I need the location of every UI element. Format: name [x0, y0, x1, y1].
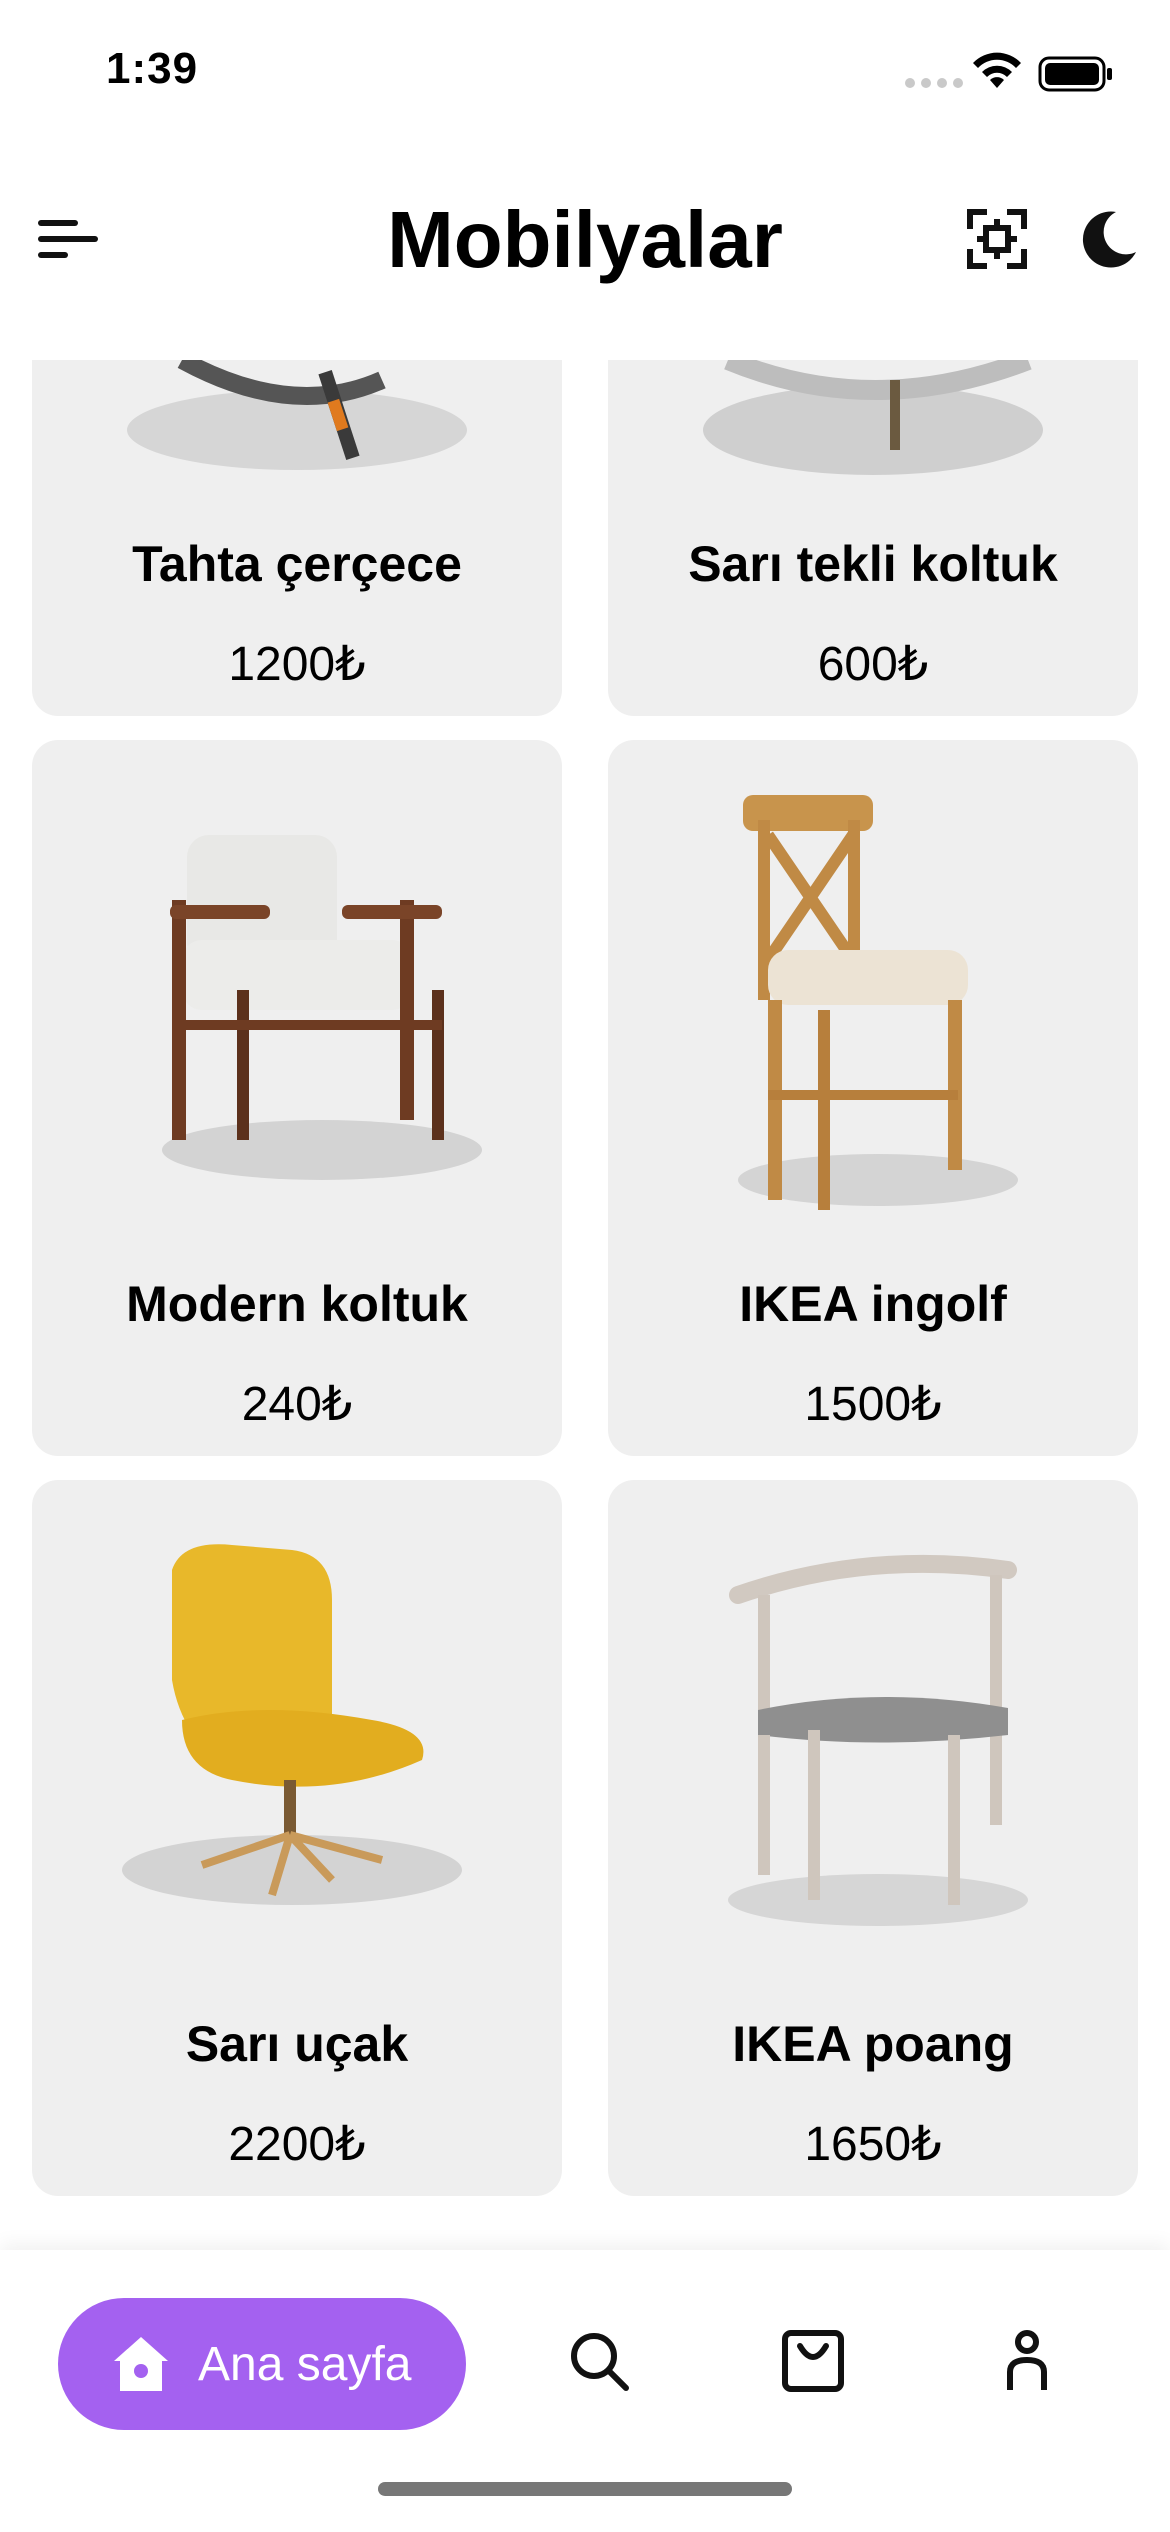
product-name: Modern koltuk	[126, 1276, 468, 1332]
wifi-icon	[973, 52, 1021, 88]
product-name: Sarı uçak	[185, 2016, 409, 2072]
shopping-bag-icon[interactable]	[780, 2328, 846, 2394]
product-name: Tahta çerçece	[132, 536, 462, 592]
battery-icon	[1038, 56, 1112, 92]
product-card[interactable]: Tahta çerçece 1200₺	[32, 360, 562, 716]
scan-icon[interactable]	[966, 208, 1028, 270]
search-icon[interactable]	[566, 2328, 632, 2394]
product-price: 600₺	[817, 638, 929, 691]
app-header: Mobilyalar	[0, 190, 1170, 290]
product-name: IKEA poang	[732, 2016, 1014, 2072]
product-price: 2200₺	[228, 2118, 366, 2171]
status-time: 1:39	[106, 44, 199, 93]
product-price: 1650₺	[804, 2118, 942, 2171]
product-card[interactable]: Sarı uçak 2200₺	[32, 1480, 562, 2196]
product-image	[122, 1544, 462, 1905]
product-name: Sarı tekli koltuk	[688, 536, 1058, 592]
product-price: 1200₺	[228, 638, 366, 691]
product-card[interactable]: Sarı tekli koltuk 600₺	[608, 360, 1138, 716]
product-image	[127, 360, 467, 470]
nav-home-tab[interactable]: Ana sayfa	[58, 2298, 466, 2430]
product-image	[703, 360, 1043, 475]
home-indicator	[378, 2482, 792, 2496]
product-card[interactable]: IKEA poang 1650₺	[608, 1480, 1138, 2196]
product-name: IKEA ingolf	[739, 1276, 1007, 1332]
product-price: 240₺	[241, 1378, 353, 1431]
product-image	[162, 835, 482, 1180]
product-card[interactable]: IKEA ingolf 1500₺	[608, 740, 1138, 1456]
cellular-signal-icon	[905, 78, 963, 88]
product-card[interactable]: Modern koltuk 240₺	[32, 740, 562, 1456]
status-bar: 1:39	[0, 0, 1170, 150]
product-grid: Tahta çerçece 1200₺ Sarı tekli koltuk 60…	[0, 360, 1170, 2250]
profile-icon[interactable]	[994, 2328, 1060, 2394]
product-image	[728, 1554, 1028, 1926]
product-image	[738, 795, 1018, 1210]
nav-home-label: Ana sayfa	[198, 2337, 412, 2391]
home-icon	[114, 2337, 168, 2391]
product-price: 1500₺	[804, 1378, 942, 1431]
moon-icon[interactable]	[1076, 208, 1140, 272]
